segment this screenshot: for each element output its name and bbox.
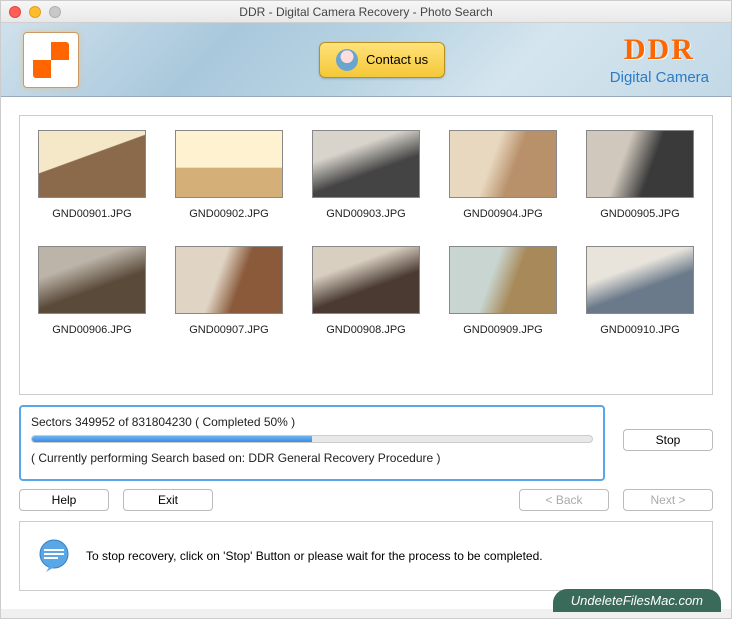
thumbnail-filename: GND00902.JPG [175, 208, 283, 220]
thumbnail-grid: GND00901.JPG GND00902.JPG GND00903.JPG G… [19, 115, 713, 395]
thumbnail-filename: GND00901.JPG [38, 208, 146, 220]
info-text: To stop recovery, click on 'Stop' Button… [86, 549, 543, 563]
progress-bar [31, 435, 593, 443]
brand-block: DDR Digital Camera [610, 33, 709, 86]
thumbnail-item[interactable]: GND00910.JPG [586, 246, 694, 354]
thumbnail-filename: GND00910.JPG [586, 324, 694, 336]
help-button[interactable]: Help [19, 489, 109, 511]
thumbnail-filename: GND00905.JPG [586, 208, 694, 220]
minimize-window-button[interactable] [29, 6, 41, 18]
progress-bar-fill [32, 436, 312, 442]
header-bar: Contact us DDR Digital Camera [1, 23, 731, 97]
sectors-progress-text: Sectors 349952 of 831804230 ( Completed … [31, 415, 593, 429]
zoom-window-button[interactable] [49, 6, 61, 18]
app-window: DDR - Digital Camera Recovery - Photo Se… [0, 0, 732, 619]
photo-thumbnail [449, 246, 557, 314]
next-button: Next > [623, 489, 713, 511]
thumbnail-filename: GND00904.JPG [449, 208, 557, 220]
titlebar: DDR - Digital Camera Recovery - Photo Se… [1, 1, 731, 23]
spacer [227, 489, 505, 511]
thumbnail-item[interactable]: GND00901.JPG [38, 130, 146, 238]
photo-thumbnail [586, 130, 694, 198]
progress-status-text: ( Currently performing Search based on: … [31, 451, 593, 465]
brand-subtitle: Digital Camera [610, 69, 709, 86]
person-icon [336, 49, 358, 71]
photo-thumbnail [312, 130, 420, 198]
photo-thumbnail [586, 246, 694, 314]
app-icon-graphic [33, 42, 69, 78]
contact-us-label: Contact us [366, 52, 428, 67]
photo-thumbnail [175, 130, 283, 198]
thumbnail-item[interactable]: GND00905.JPG [586, 130, 694, 238]
thumbnail-filename: GND00908.JPG [312, 324, 420, 336]
thumbnail-item[interactable]: GND00906.JPG [38, 246, 146, 354]
thumbnail-item[interactable]: GND00907.JPG [175, 246, 283, 354]
site-watermark: UndeleteFilesMac.com [553, 589, 721, 612]
chat-bubble-icon [36, 538, 72, 574]
photo-thumbnail [38, 246, 146, 314]
window-controls [9, 6, 61, 18]
thumbnail-filename: GND00907.JPG [175, 324, 283, 336]
thumbnail-filename: GND00906.JPG [38, 324, 146, 336]
close-window-button[interactable] [9, 6, 21, 18]
photo-thumbnail [312, 246, 420, 314]
info-panel: To stop recovery, click on 'Stop' Button… [19, 521, 713, 591]
content-area: GND00901.JPG GND00902.JPG GND00903.JPG G… [1, 97, 731, 609]
stop-button-wrap: Stop [623, 429, 713, 451]
exit-button[interactable]: Exit [123, 489, 213, 511]
photo-thumbnail [175, 246, 283, 314]
app-icon [23, 32, 79, 88]
photo-thumbnail [449, 130, 557, 198]
progress-panel: Sectors 349952 of 831804230 ( Completed … [19, 405, 605, 481]
thumbnail-item[interactable]: GND00903.JPG [312, 130, 420, 238]
thumbnail-row: GND00906.JPG GND00907.JPG GND00908.JPG G… [38, 246, 694, 354]
thumbnail-item[interactable]: GND00909.JPG [449, 246, 557, 354]
thumbnail-item[interactable]: GND00902.JPG [175, 130, 283, 238]
stop-button[interactable]: Stop [623, 429, 713, 451]
thumbnail-row: GND00901.JPG GND00902.JPG GND00903.JPG G… [38, 130, 694, 238]
thumbnail-item[interactable]: GND00904.JPG [449, 130, 557, 238]
action-button-row: Help Exit < Back Next > [19, 481, 713, 511]
thumbnail-filename: GND00903.JPG [312, 208, 420, 220]
window-title: DDR - Digital Camera Recovery - Photo Se… [1, 5, 731, 19]
thumbnail-filename: GND00909.JPG [449, 324, 557, 336]
contact-us-button[interactable]: Contact us [319, 42, 445, 78]
brand-logo-text: DDR [610, 33, 709, 67]
photo-thumbnail [38, 130, 146, 198]
back-button: < Back [519, 489, 609, 511]
thumbnail-item[interactable]: GND00908.JPG [312, 246, 420, 354]
